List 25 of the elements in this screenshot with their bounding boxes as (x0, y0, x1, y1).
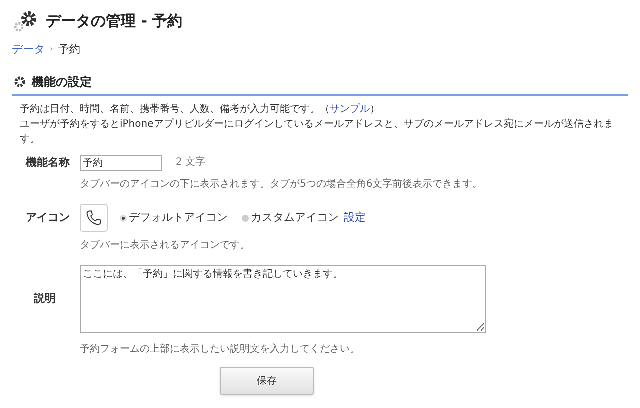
description-text: ユーザが予約をするとiPhoneアプリビルダーにログインしているメールアドレスと、サブのメールアドレス宛にメールが送信されます。 (20, 118, 615, 146)
breadcrumb-link[interactable]: データ (12, 42, 45, 58)
section-title: 機能の設定 (32, 74, 92, 90)
hint-text: 予約フォームの上部に表示したい説明文を入力してください。 (80, 342, 361, 357)
breadcrumb-separator: › (50, 44, 54, 56)
character-count: 2 文字 (176, 156, 206, 170)
field-label: アイコン (25, 210, 71, 226)
settings-link[interactable]: 設定 (344, 210, 366, 226)
description-text: 予約は日付、時間、名前、携帯番号、人数、備考が入力可能です。（サンプル） (20, 102, 381, 116)
save-button[interactable]: 保存 (220, 367, 314, 395)
radio-button[interactable] (120, 214, 127, 222)
page-title: データの管理 - 予約 (46, 10, 183, 32)
field-label: 機能名称 (24, 154, 71, 170)
field-label: 説明 (32, 290, 57, 307)
description-textarea[interactable]: ここには、「予約」に関する情報を書き記していきます。 (80, 265, 486, 333)
hint-text: タブバーに表示されるアイコンです。 (80, 238, 251, 253)
sample-link[interactable]: サンプル (330, 104, 370, 114)
hint-text: タブバーのアイコンの下に表示されます。タブが5つの場合全角6文字前後表示できます。 (80, 178, 484, 192)
name-input[interactable]: 予約 (80, 154, 162, 171)
radio-label[interactable]: デフォルトアイコン (129, 210, 228, 226)
gear-icon (14, 76, 26, 88)
radio-label[interactable]: カスタムアイコン (251, 210, 339, 226)
radio-button[interactable] (242, 214, 249, 222)
breadcrumb-current: 予約 (58, 42, 81, 58)
phone-icon (80, 204, 108, 232)
